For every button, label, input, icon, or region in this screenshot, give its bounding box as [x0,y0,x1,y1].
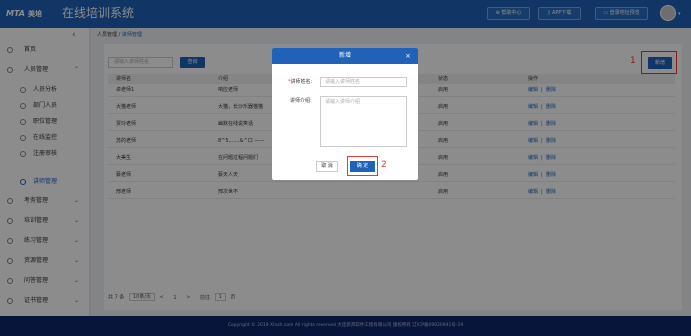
dialog-title: 新增 [338,52,351,59]
name-label-text: 讲师姓名: [290,79,313,85]
name-label: *讲师姓名: [288,77,312,87]
teacher-intro-textarea[interactable]: 请输入讲师介绍 [320,96,407,147]
cancel-button[interactable]: 取 消 [316,161,338,172]
close-icon[interactable]: × [405,48,411,64]
annotation-number-2: 2 [381,160,387,170]
highlight-box-confirm [347,156,378,176]
intro-label: 讲师介绍: [290,98,312,104]
teacher-name-input[interactable]: 请输入讲师姓名 [320,77,407,87]
